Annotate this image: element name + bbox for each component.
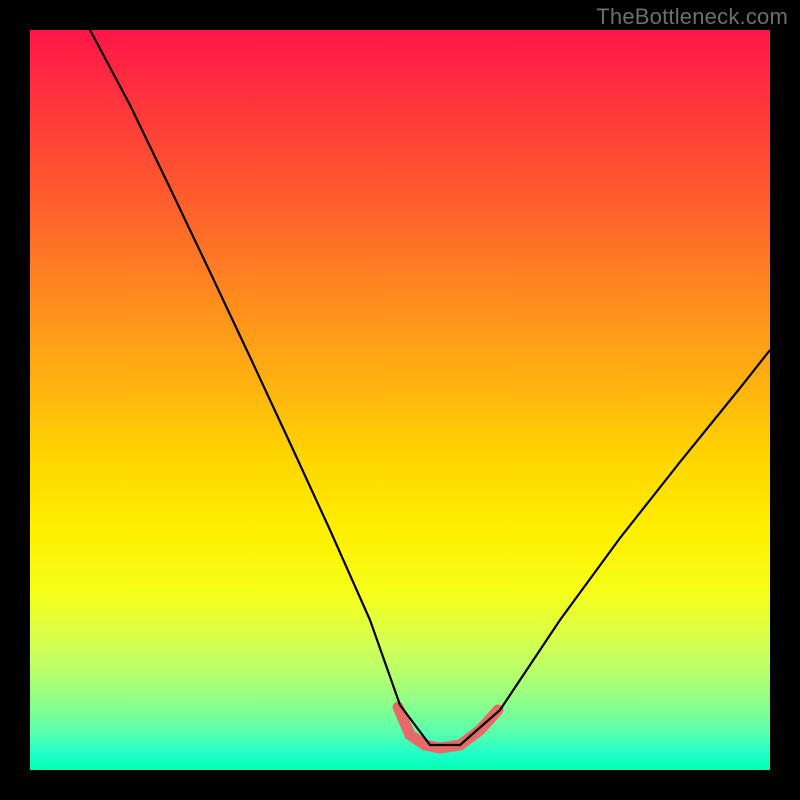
chart-frame: TheBottleneck.com	[0, 0, 800, 800]
plot-area	[30, 30, 770, 770]
watermark-text: TheBottleneck.com	[596, 4, 788, 30]
highlight-segment	[398, 707, 498, 748]
curve-layer	[30, 30, 770, 770]
bottleneck-curve	[90, 30, 770, 745]
